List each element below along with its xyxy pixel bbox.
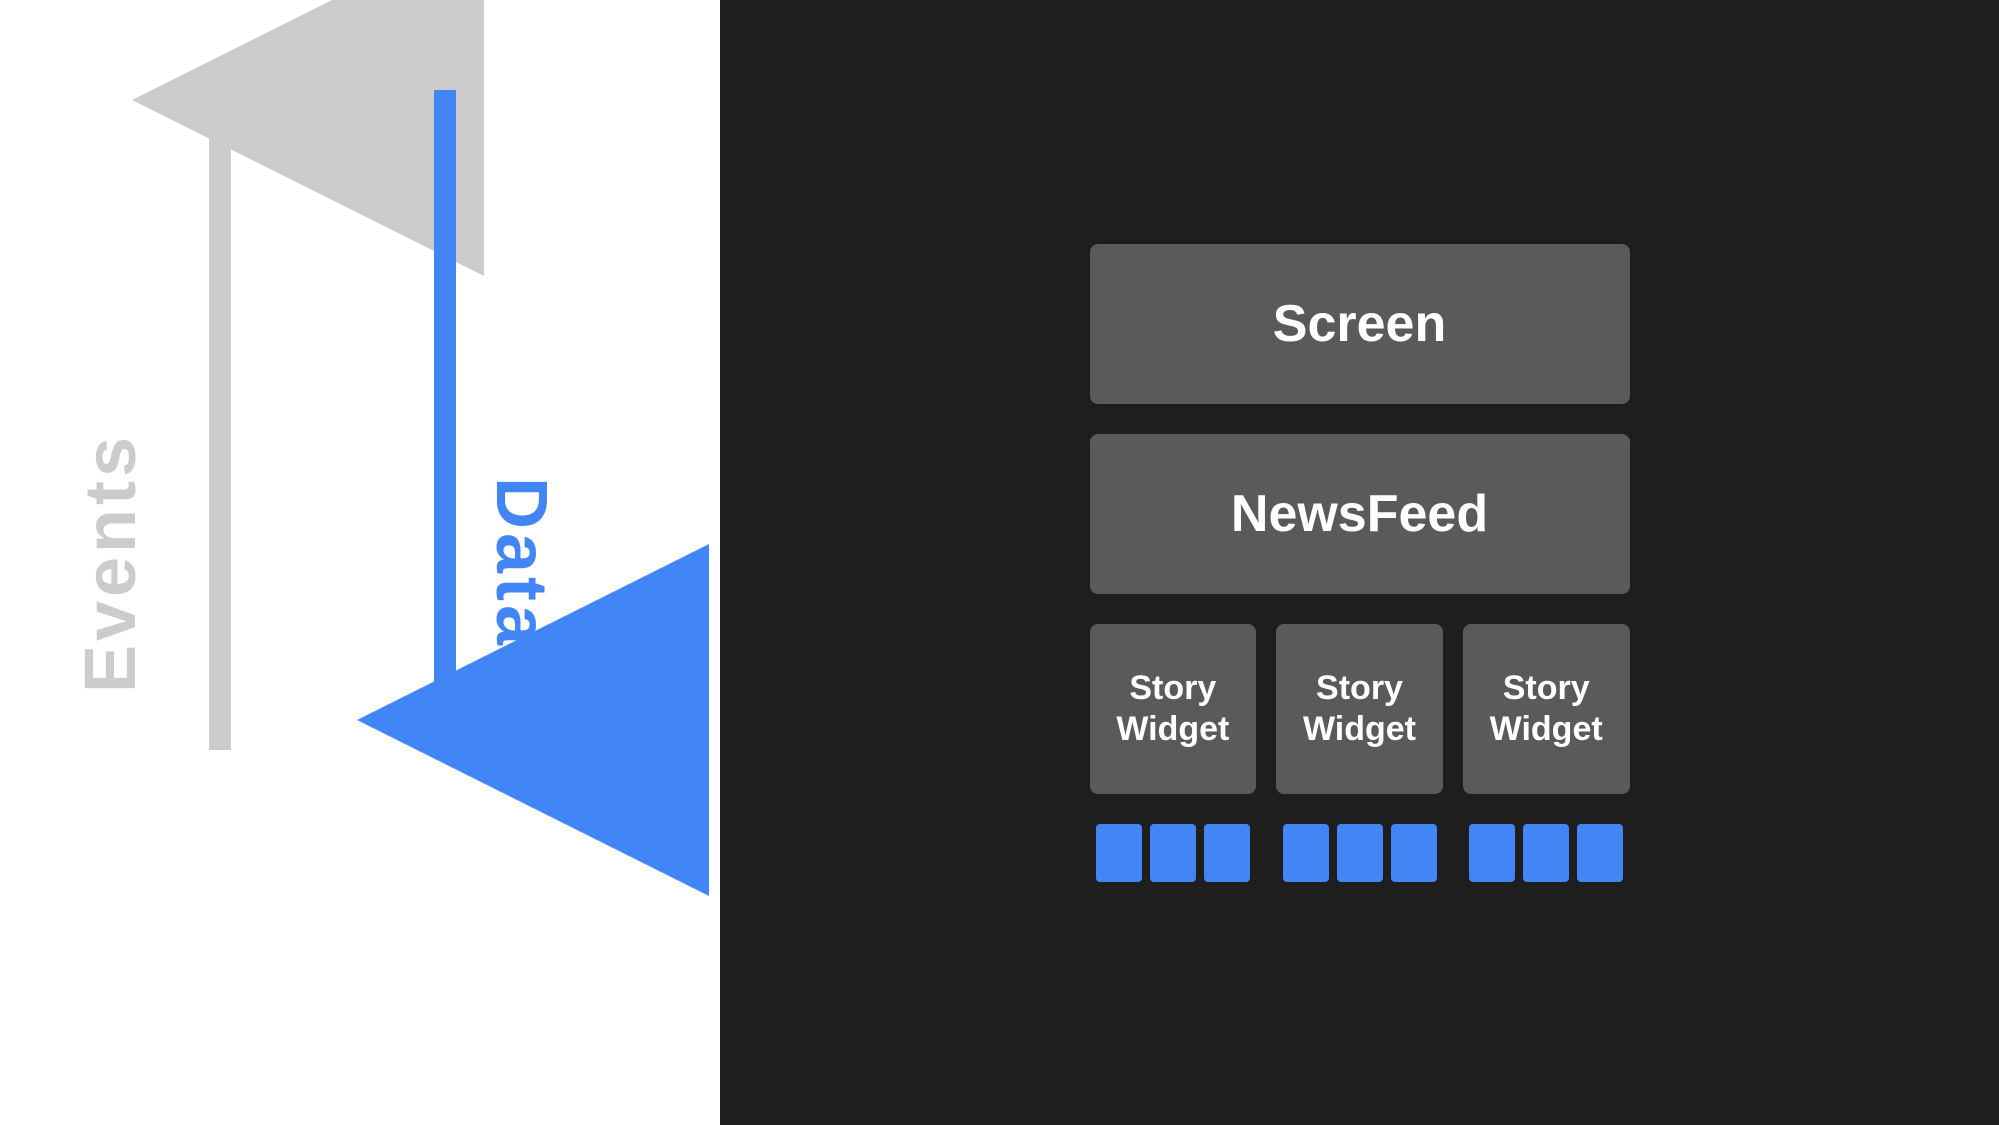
story-widget-2: StoryWidget — [1276, 624, 1443, 794]
blue-dot — [1204, 824, 1250, 882]
story-widget-1: StoryWidget — [1090, 624, 1257, 794]
blue-dots-group-2 — [1276, 824, 1443, 882]
blue-dots-row — [1090, 824, 1630, 882]
blue-dot — [1469, 824, 1515, 882]
left-panel: Events Data — [0, 0, 720, 1125]
blue-dot — [1337, 824, 1383, 882]
blue-dots-group-1 — [1090, 824, 1257, 882]
blue-dot — [1283, 824, 1329, 882]
blue-dot — [1577, 824, 1623, 882]
screen-label: Screen — [1273, 294, 1446, 354]
newsfeed-label: NewsFeed — [1231, 484, 1488, 544]
screen-box: Screen — [1090, 244, 1630, 404]
newsfeed-box: NewsFeed — [1090, 434, 1630, 594]
blue-dot — [1523, 824, 1569, 882]
data-label: Data — [480, 476, 562, 648]
blue-dot — [1391, 824, 1437, 882]
blue-dots-group-3 — [1463, 824, 1630, 882]
right-panel: Screen NewsFeed StoryWidget StoryWidget … — [720, 0, 1999, 1125]
events-label: Events — [70, 432, 152, 692]
blue-dot — [1096, 824, 1142, 882]
story-widget-3: StoryWidget — [1463, 624, 1630, 794]
blue-dot — [1150, 824, 1196, 882]
story-widgets-row: StoryWidget StoryWidget StoryWidget — [1090, 624, 1630, 794]
